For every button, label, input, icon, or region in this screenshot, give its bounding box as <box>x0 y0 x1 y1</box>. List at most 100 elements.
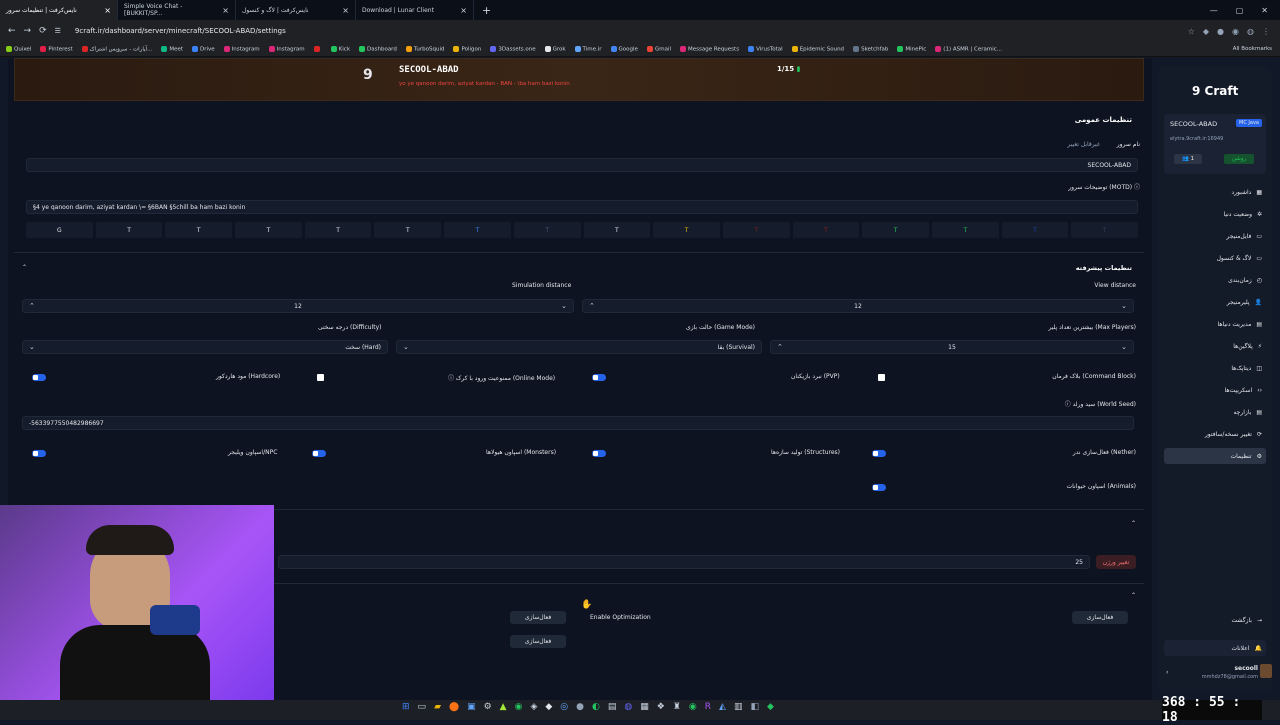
sidebar-item[interactable]: مدیریت دنیاها ▤ <box>1164 316 1266 332</box>
sidebar-item[interactable]: پلیرمنیجر 👤 <box>1164 294 1266 310</box>
bookmark[interactable]: Quixel <box>6 45 31 52</box>
sidebar-item[interactable]: تغییر نسخه/سافتور ⟳ <box>1164 426 1266 442</box>
sidebar-item[interactable]: وضعیت دنیا ✲ <box>1164 206 1266 222</box>
discord-icon[interactable]: ◍ <box>624 702 632 712</box>
format-button[interactable]: T <box>374 222 442 238</box>
sidebar-item[interactable]: دیتاپک‌ها ◫ <box>1164 360 1266 376</box>
change-version-button[interactable]: تغییر ورژن <box>1096 555 1136 569</box>
close-icon[interactable]: × <box>342 6 349 15</box>
bookmark[interactable]: Sketchfab <box>853 45 888 52</box>
npc-toggle[interactable] <box>32 450 46 457</box>
menu-icon[interactable]: ⋮ <box>1262 27 1270 36</box>
format-button[interactable]: T <box>444 222 511 238</box>
app-icon[interactable]: ▲ <box>500 702 507 712</box>
app-icon[interactable]: ♜ <box>673 702 681 712</box>
activate-button[interactable]: فعال‌سازی <box>1072 611 1128 624</box>
sidebar-item[interactable]: فایل‌منیجر ▭ <box>1164 228 1266 244</box>
site-info-icon[interactable]: ☰ <box>55 27 61 35</box>
bookmark[interactable]: Time.ir <box>574 45 602 52</box>
sidebar-item[interactable]: لاگ & کنسول ▭ <box>1164 250 1266 266</box>
bookmark[interactable]: (1) ASMR | Ceramic... <box>935 45 1002 52</box>
monsters-toggle[interactable] <box>312 450 326 457</box>
format-button[interactable]: T <box>1001 222 1069 238</box>
profile-icon[interactable]: ◍ <box>1247 27 1254 36</box>
new-tab-button[interactable]: + <box>474 4 499 17</box>
url-input[interactable]: 9craft.ir/dashboard/server/minecraft/SEC… <box>75 27 286 35</box>
command-block-checkbox[interactable] <box>878 374 885 381</box>
minimize-icon[interactable]: — <box>1210 6 1218 15</box>
star-icon[interactable]: ☆ <box>1188 27 1195 36</box>
sidebar-item[interactable]: داشبورد ▦ <box>1164 184 1266 200</box>
collapse-icon[interactable]: ⌃ <box>1131 520 1136 527</box>
extension-icon[interactable]: ◆ <box>1203 27 1209 36</box>
app-icon[interactable]: ◆ <box>545 702 552 712</box>
format-button[interactable]: T <box>862 222 929 238</box>
format-button[interactable]: T <box>583 222 651 238</box>
close-icon[interactable]: × <box>460 6 467 15</box>
nether-toggle[interactable] <box>872 450 886 457</box>
app-icon[interactable]: ◈ <box>530 702 537 712</box>
format-button[interactable]: T <box>931 222 999 238</box>
format-button[interactable]: T <box>653 222 720 238</box>
tab-voice-chat[interactable]: Simple Voice Chat - [BUKKIT/SP... × <box>118 0 236 20</box>
format-button[interactable]: T <box>513 222 581 238</box>
activate-button[interactable]: فعال‌سازی <box>510 611 566 624</box>
start-icon[interactable]: ⊞ <box>402 702 410 712</box>
online-mode-checkbox[interactable] <box>317 374 324 381</box>
collapse-icon[interactable]: ⌃ <box>1131 592 1136 599</box>
close-window-icon[interactable]: ✕ <box>1261 6 1268 15</box>
extension-icon[interactable]: ◉ <box>1232 27 1239 36</box>
app-icon[interactable]: ▥ <box>734 702 743 712</box>
folder-icon[interactable]: ▰ <box>434 702 441 712</box>
bookmark[interactable]: Grok <box>544 45 566 52</box>
motd-input[interactable]: §4 ye qanoon darim, aziyat kardan \= §6B… <box>26 200 1138 214</box>
sidebar-item[interactable]: بازارچه ▤ <box>1164 404 1266 420</box>
server-address[interactable]: elytra.9craft.ir:16949 <box>1170 136 1223 142</box>
app-icon[interactable]: ▦ <box>640 702 649 712</box>
sidebar-item[interactable]: اسکریپت‌ها ‹› <box>1164 382 1266 398</box>
bookmark[interactable]: 3Dassets.one <box>490 45 536 52</box>
bookmark[interactable]: MinePic <box>897 45 926 52</box>
app-icon[interactable]: R <box>705 702 711 712</box>
format-button[interactable]: T <box>792 222 860 238</box>
bookmark[interactable]: Epidemic Sound <box>791 45 844 52</box>
version-input[interactable]: 25 <box>278 555 1090 569</box>
format-button[interactable]: G <box>26 222 93 238</box>
app-icon[interactable]: ◐ <box>592 702 600 712</box>
format-button[interactable]: T <box>95 222 163 238</box>
maximize-icon[interactable]: ▢ <box>1236 6 1244 15</box>
format-button[interactable]: T <box>235 222 302 238</box>
reload-icon[interactable]: ⟳ <box>39 26 47 36</box>
app-icon[interactable]: ◉ <box>689 702 697 712</box>
app-icon[interactable]: ◆ <box>767 702 774 712</box>
sidebar-item[interactable]: زمان‌بندی ◴ <box>1164 272 1266 288</box>
animals-toggle[interactable] <box>872 484 886 491</box>
bookmark[interactable]: آپارات - سرویس اشتراک... <box>81 45 152 52</box>
difficulty-select[interactable]: ⌄ سخت (Hard) <box>22 340 388 354</box>
app-icon[interactable]: ◭ <box>719 702 726 712</box>
bookmark[interactable]: TurboSquid <box>405 45 444 52</box>
app-icon[interactable]: ❖ <box>657 702 665 712</box>
app-icon[interactable]: ▣ <box>467 702 476 712</box>
back-icon[interactable]: ← <box>8 26 16 36</box>
format-button[interactable]: T <box>165 222 233 238</box>
bookmark[interactable]: Kick <box>330 45 350 52</box>
app-icon[interactable]: ▤ <box>608 702 617 712</box>
close-icon[interactable]: × <box>222 6 229 15</box>
hardcore-toggle[interactable] <box>32 374 46 381</box>
app-icon[interactable]: ● <box>576 702 584 712</box>
close-icon[interactable]: × <box>104 6 111 15</box>
bookmark[interactable]: Message Requests <box>680 45 739 52</box>
view-distance-select[interactable]: ⌃ 12 ⌄ <box>582 299 1134 313</box>
collapse-icon[interactable]: ⌃ <box>22 264 27 271</box>
sidebar-item[interactable]: پلاگین‌ها ⚡ <box>1164 338 1266 354</box>
pvp-toggle[interactable] <box>592 374 606 381</box>
chrome-icon[interactable]: ◉ <box>515 702 523 712</box>
bookmark[interactable]: VirusTotal <box>748 45 783 52</box>
app-icon[interactable]: ◧ <box>750 702 759 712</box>
format-button[interactable]: T <box>1071 222 1138 238</box>
bookmark[interactable]: Google <box>610 45 638 52</box>
format-button[interactable]: T <box>304 222 372 238</box>
format-button[interactable]: T <box>722 222 790 238</box>
settings-icon[interactable]: ⚙ <box>484 702 492 712</box>
